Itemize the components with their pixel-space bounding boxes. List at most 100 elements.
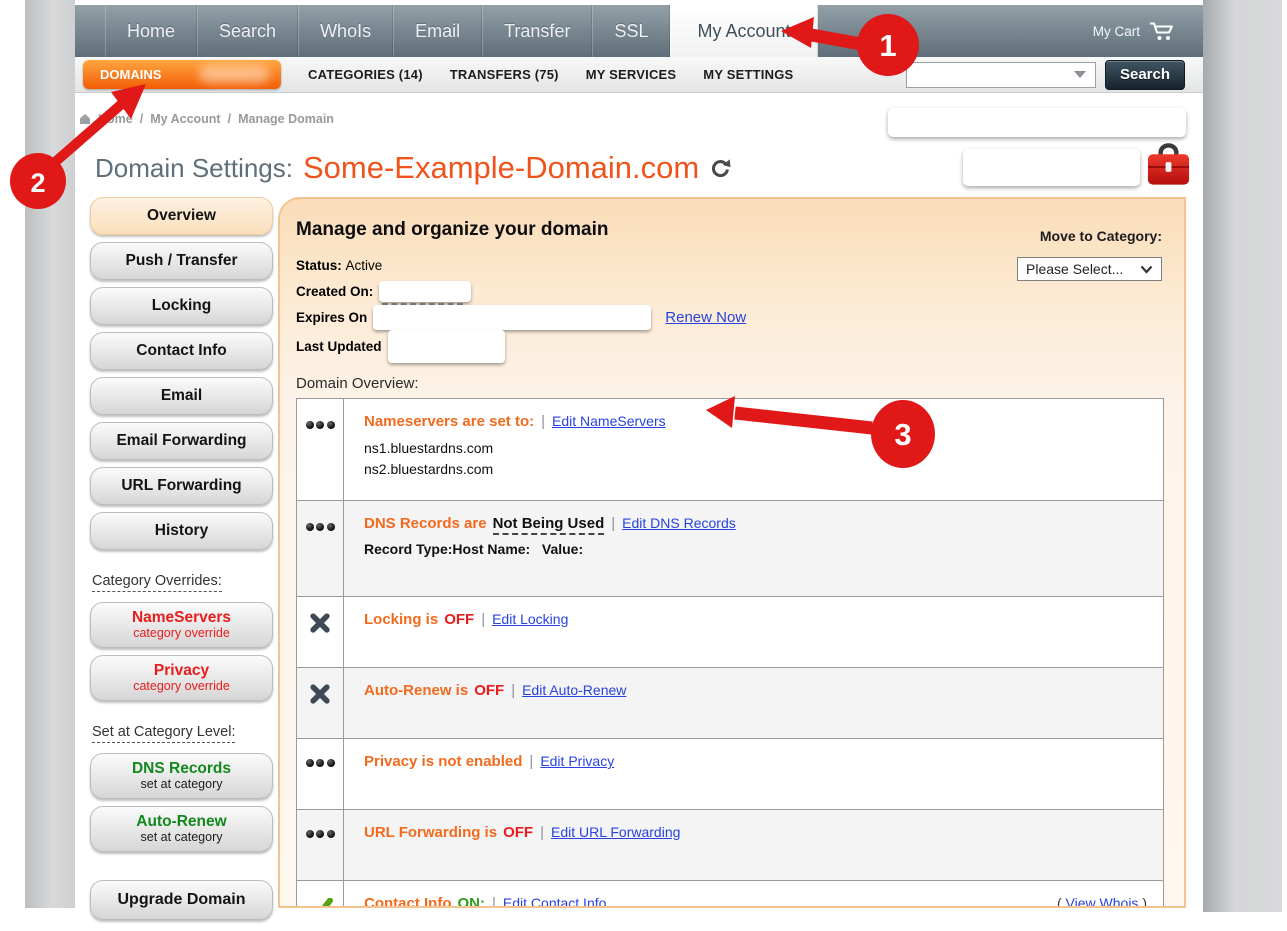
search-button[interactable]: Search <box>1105 60 1185 90</box>
sidebar-item-email-forwarding[interactable]: Email Forwarding <box>90 422 273 460</box>
chevron-down-icon <box>1140 265 1153 274</box>
separator: | <box>511 682 515 699</box>
category-select-value: Please Select... <box>1026 261 1123 277</box>
page-margin-right <box>1203 0 1282 912</box>
dots-icon <box>306 421 335 500</box>
row-title: URL Forwarding is <box>364 824 497 841</box>
my-cart-button[interactable]: My Cart <box>1093 5 1175 57</box>
tab-my-account[interactable]: My Account <box>670 5 817 57</box>
category-label: DNS Records <box>132 761 231 777</box>
toolbox-icon[interactable] <box>1146 141 1191 196</box>
sidebar-item-upgrade-domain[interactable]: Upgrade Domain <box>90 880 273 920</box>
subnav-item-my-services[interactable]: MY SERVICES <box>586 67 677 82</box>
cart-icon <box>1149 21 1175 42</box>
edit-contact-info-link[interactable]: Edit Contact Info <box>503 895 607 908</box>
breadcrumb-home[interactable]: Home <box>98 112 133 126</box>
row-nameservers: Nameservers are set to: | Edit NameServe… <box>297 399 1163 501</box>
tab-search[interactable]: Search <box>197 5 298 57</box>
row-title: DNS Records are <box>364 515 487 532</box>
sidebar: Overview Push / Transfer Locking Contact… <box>90 197 273 927</box>
row-title: Privacy is not enabled <box>364 753 522 770</box>
tab-home[interactable]: Home <box>105 5 197 57</box>
row-url-forwarding: URL Forwarding is OFF | Edit URL Forward… <box>297 810 1163 881</box>
renew-now-link[interactable]: Renew Now <box>665 309 746 326</box>
row-contact-info: Contact Info ON: | Edit Contact Info ( V… <box>297 881 1163 908</box>
refresh-icon[interactable] <box>709 157 732 180</box>
page-title: Domain Settings: Some-Example-Domain.com <box>95 150 732 186</box>
subnav-item-domains[interactable]: DOMAINS <box>83 60 281 89</box>
domain-overview-label: Domain Overview: <box>296 375 1163 392</box>
home-icon <box>79 113 91 125</box>
sidebar-item-contact-info[interactable]: Contact Info <box>90 332 273 370</box>
sidebar-item-privacy-override[interactable]: Privacy category override <box>90 655 273 701</box>
redacted-value <box>388 330 505 363</box>
subnav-item-categories[interactable]: CATEGORIES (14) <box>308 67 423 82</box>
dots-icon <box>306 830 335 880</box>
category-sublabel: set at category <box>141 831 223 844</box>
sidebar-item-locking[interactable]: Locking <box>90 287 273 325</box>
edit-auto-renew-link[interactable]: Edit Auto-Renew <box>522 682 626 698</box>
edit-nameservers-link[interactable]: Edit NameServers <box>552 413 666 429</box>
domain-search-combobox[interactable] <box>906 62 1096 88</box>
sidebar-item-history[interactable]: History <box>90 512 273 550</box>
category-sublabel: set at category <box>141 778 223 791</box>
redacted-box <box>888 108 1186 137</box>
chevron-down-icon <box>1074 71 1086 78</box>
edit-locking-link[interactable]: Edit Locking <box>492 611 568 627</box>
row-title: Auto-Renew is <box>364 682 468 699</box>
subnav-item-transfers[interactable]: TRANSFERS (75) <box>450 67 559 82</box>
edit-url-forwarding-link[interactable]: Edit URL Forwarding <box>551 824 680 840</box>
category-select[interactable]: Please Select... <box>1017 257 1162 281</box>
status-label: Status: <box>296 258 342 273</box>
domain-name: Some-Example-Domain.com <box>303 150 699 186</box>
breadcrumb-separator: / <box>228 112 231 126</box>
locking-status: OFF <box>444 611 474 628</box>
set-at-category-label: Set at Category Level: <box>92 724 235 743</box>
sidebar-item-email[interactable]: Email <box>90 377 273 415</box>
dns-record-headers: Record Type:Host Name: Value: <box>364 541 1147 557</box>
view-whois: ( View Whois ) <box>1057 895 1147 908</box>
redacted-smear <box>199 65 269 83</box>
tab-email[interactable]: Email <box>393 5 482 57</box>
override-label: NameServers <box>132 610 231 626</box>
subnav-item-my-settings[interactable]: MY SETTINGS <box>703 67 793 82</box>
redacted-value <box>379 281 471 302</box>
override-label: Privacy <box>154 663 209 679</box>
sidebar-item-url-forwarding[interactable]: URL Forwarding <box>90 467 273 505</box>
created-on-label: Created On: <box>296 284 373 299</box>
dns-status: Not Being Used <box>493 515 605 535</box>
sidebar-item-overview[interactable]: Overview <box>90 197 273 235</box>
tab-ssl[interactable]: SSL <box>592 5 670 57</box>
row-auto-renew: Auto-Renew is OFF | Edit Auto-Renew <box>297 668 1163 739</box>
move-to-category: Move to Category: Please Select... <box>1017 228 1162 281</box>
top-nav: Home Search WhoIs Email Transfer SSL My … <box>75 5 1203 57</box>
url-forwarding-status: OFF <box>503 824 533 841</box>
dots-icon <box>306 759 335 809</box>
paren: ( <box>1057 895 1062 908</box>
row-privacy: Privacy is not enabled | Edit Privacy <box>297 739 1163 810</box>
row-dns-records: DNS Records are Not Being Used | Edit DN… <box>297 501 1163 597</box>
separator: | <box>611 515 615 532</box>
sidebar-item-dns-records-category[interactable]: DNS Records set at category <box>90 753 273 799</box>
row-title: Locking is <box>364 611 438 628</box>
view-whois-link[interactable]: View Whois <box>1066 895 1139 908</box>
sidebar-item-nameservers-override[interactable]: NameServers category override <box>90 602 273 648</box>
breadcrumb-my-account[interactable]: My Account <box>150 112 220 126</box>
sidebar-item-push-transfer[interactable]: Push / Transfer <box>90 242 273 280</box>
tab-whois[interactable]: WhoIs <box>298 5 393 57</box>
separator: | <box>481 611 485 628</box>
edit-dns-records-link[interactable]: Edit DNS Records <box>622 515 736 531</box>
nameserver-1: ns1.bluestardns.com <box>364 438 1147 459</box>
paren: ) <box>1142 895 1147 908</box>
edit-privacy-link[interactable]: Edit Privacy <box>540 753 614 769</box>
expires-on-label: Expires On <box>296 310 367 325</box>
redacted-box <box>963 149 1140 186</box>
separator: | <box>541 413 545 430</box>
row-title: Contact Info <box>364 895 452 908</box>
tab-transfer[interactable]: Transfer <box>482 5 592 57</box>
page: Home Search WhoIs Email Transfer SSL My … <box>75 0 1203 908</box>
category-label: Auto-Renew <box>136 814 226 830</box>
sidebar-item-auto-renew-category[interactable]: Auto-Renew set at category <box>90 806 273 852</box>
sub-nav: DOMAINS CATEGORIES (14) TRANSFERS (75) M… <box>75 57 1203 93</box>
breadcrumb-manage-domain[interactable]: Manage Domain <box>238 112 334 126</box>
